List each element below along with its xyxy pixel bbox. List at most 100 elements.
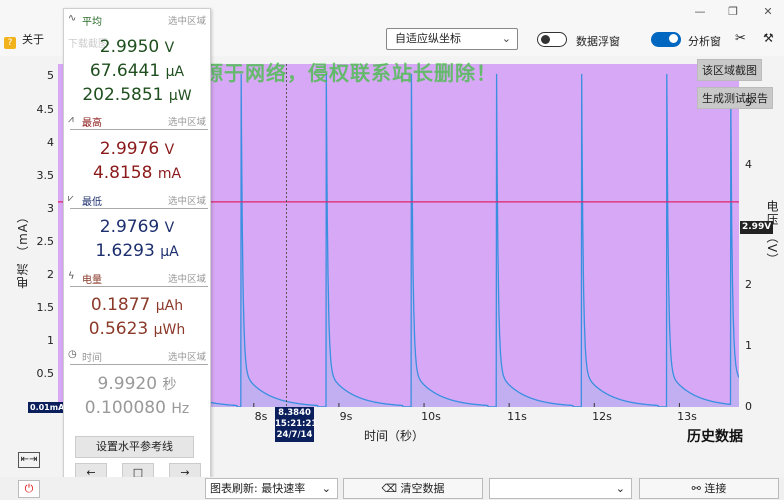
power-icon[interactable]: ⏻ <box>18 480 40 498</box>
minimize-icon[interactable]: — <box>690 4 710 20</box>
divider <box>70 364 208 365</box>
charge-value: 0.1877 <box>90 295 151 315</box>
energy-section-header: ϟ 电量 选中区域 <box>68 271 206 286</box>
avg-current-value: 67.6441 <box>89 61 161 81</box>
connect-button[interactable]: ⚯ 连接 <box>639 478 779 499</box>
unit: μA <box>160 244 179 260</box>
cursor-clock: 15:21:21 <box>275 419 318 429</box>
clock-icon: ◷ <box>68 349 77 360</box>
avg-power-value: 202.5851 <box>82 85 164 105</box>
avg-voltage-value: 2.9950 <box>99 37 160 57</box>
y2-tick: 2 <box>745 278 752 291</box>
wave-icon: ∿ <box>68 13 77 24</box>
y-axis-title: 电流 （mA） <box>16 210 30 289</box>
clear-data-button[interactable]: ⌫ 清空数据 <box>343 478 483 499</box>
voltage-level-badge: 2.99V <box>740 221 774 234</box>
min-current: 1.6293 μA <box>64 241 210 261</box>
unit: μWh <box>153 322 186 338</box>
x-tick: 8s <box>254 410 268 423</box>
y-tick: 4 <box>47 136 54 149</box>
y-tick: 2 <box>47 268 54 281</box>
divider <box>70 129 208 130</box>
y-tick: 1 <box>47 334 54 347</box>
min-scope: 选中区域 <box>167 196 206 207</box>
y-tick: 1.5 <box>36 301 55 314</box>
max-current: 4.8158 mA <box>64 163 210 183</box>
data-float-toggle[interactable] <box>537 32 567 47</box>
axis-mode-value: 自适应纵坐标 <box>395 32 461 45</box>
min-section-header: ⩗ 最低 选中区域 <box>68 193 206 208</box>
y-tick: 3.5 <box>36 169 55 182</box>
y2-tick: 4 <box>745 158 752 171</box>
unit: V <box>164 142 175 158</box>
min-icon: ⩗ <box>68 193 74 204</box>
charge-readout: 0.1877 μAh <box>64 295 210 315</box>
tool-icon[interactable]: ⚒ <box>763 31 774 45</box>
frequency-readout: 0.100080 Hz <box>64 398 210 418</box>
max-scope: 选中区域 <box>167 117 206 128</box>
cursor-date: 24/7/14 <box>276 430 313 440</box>
duration-readout: 9.9920 秒 <box>64 374 210 394</box>
y-tick: 0.5 <box>36 367 55 380</box>
region-screenshot-button[interactable]: 该区域截图 <box>697 59 762 81</box>
clear-data-label: 清空数据 <box>400 482 445 495</box>
avg-power: 202.5851 μW <box>64 85 210 105</box>
axis-mode-select[interactable]: 自适应纵坐标 ⌄ <box>386 28 518 50</box>
port-select[interactable]: ⌄ <box>489 478 632 499</box>
unit: 秒 <box>162 377 177 393</box>
lightning-icon: ϟ <box>68 271 75 282</box>
toggle-knob <box>541 34 550 44</box>
close-icon[interactable]: ✕ <box>758 4 778 20</box>
current-level-badge: 0.01mA <box>28 402 67 413</box>
max-voltage-value: 2.9976 <box>99 139 160 159</box>
restore-icon[interactable]: ❐ <box>723 4 743 20</box>
cursor-time: 8.3840 <box>278 408 311 418</box>
connect-label: 连接 <box>704 482 727 495</box>
min-title: 最低 <box>82 197 102 208</box>
avg-scope: 选中区域 <box>167 16 206 27</box>
x-tick: 10s <box>421 410 441 423</box>
y2-tick: 0 <box>745 400 752 413</box>
frequency-value: 0.100080 <box>84 398 166 418</box>
y-tick: 2.5 <box>36 235 55 248</box>
analysis-window-label: 分析窗 <box>688 35 721 48</box>
time-title: 时间 <box>82 353 102 364</box>
about-menu[interactable]: ? 关于 <box>4 30 44 50</box>
chevron-down-icon: ⌄ <box>321 482 331 495</box>
max-section-header: ⩘ 最高 选中区域 <box>68 114 206 129</box>
analysis-window-toggle[interactable] <box>651 32 681 47</box>
refresh-rate-select[interactable]: 图表刷新: 最快速率 ⌄ <box>205 478 338 499</box>
eraser-icon: ⌫ <box>381 482 398 495</box>
x-tick: 11s <box>507 410 527 423</box>
y2-tick: 5 <box>745 96 752 109</box>
chevron-down-icon: ⌄ <box>501 32 511 45</box>
max-voltage: 2.9976 V <box>64 139 210 159</box>
unit: V <box>164 220 175 236</box>
scissors-icon[interactable]: ✂ <box>735 31 746 46</box>
max-current-value: 4.8158 <box>92 163 153 183</box>
avg-section-header: ∿ 平均 选中区域 <box>68 13 206 28</box>
data-float-label: 数据浮窗 <box>576 35 620 48</box>
unit: Hz <box>171 401 190 417</box>
energy-title: 电量 <box>82 275 102 286</box>
about-label: 关于 <box>22 33 44 46</box>
time-scope: 选中区域 <box>167 352 206 363</box>
help-icon: ? <box>4 37 16 49</box>
stats-panel: 下载截图 ∿ 平均 选中区域 2.9950 V 67.6441 μA 202.5… <box>63 8 211 485</box>
chevron-down-icon: ⌄ <box>615 482 625 495</box>
time-section-header: ◷ 时间 选中区域 <box>68 349 206 364</box>
min-voltage: 2.9769 V <box>64 217 210 237</box>
avg-current: 67.6441 μA <box>64 61 210 81</box>
y-tick: 3 <box>47 202 54 215</box>
unit: μAh <box>155 298 184 314</box>
x-tick: 9s <box>339 410 353 423</box>
energy-scope: 选中区域 <box>167 274 206 285</box>
y-tick: 5 <box>47 69 54 82</box>
unit: μW <box>168 88 192 104</box>
set-reference-line-button[interactable]: 设置水平参考线 <box>75 436 194 458</box>
toggle-knob <box>669 34 678 43</box>
energy-value: 0.5623 <box>88 319 149 339</box>
fit-width-icon[interactable]: ⇤⇥ <box>18 452 40 468</box>
avg-title: 平均 <box>82 17 102 28</box>
generate-report-button[interactable]: 生成测试报告 <box>697 87 773 109</box>
